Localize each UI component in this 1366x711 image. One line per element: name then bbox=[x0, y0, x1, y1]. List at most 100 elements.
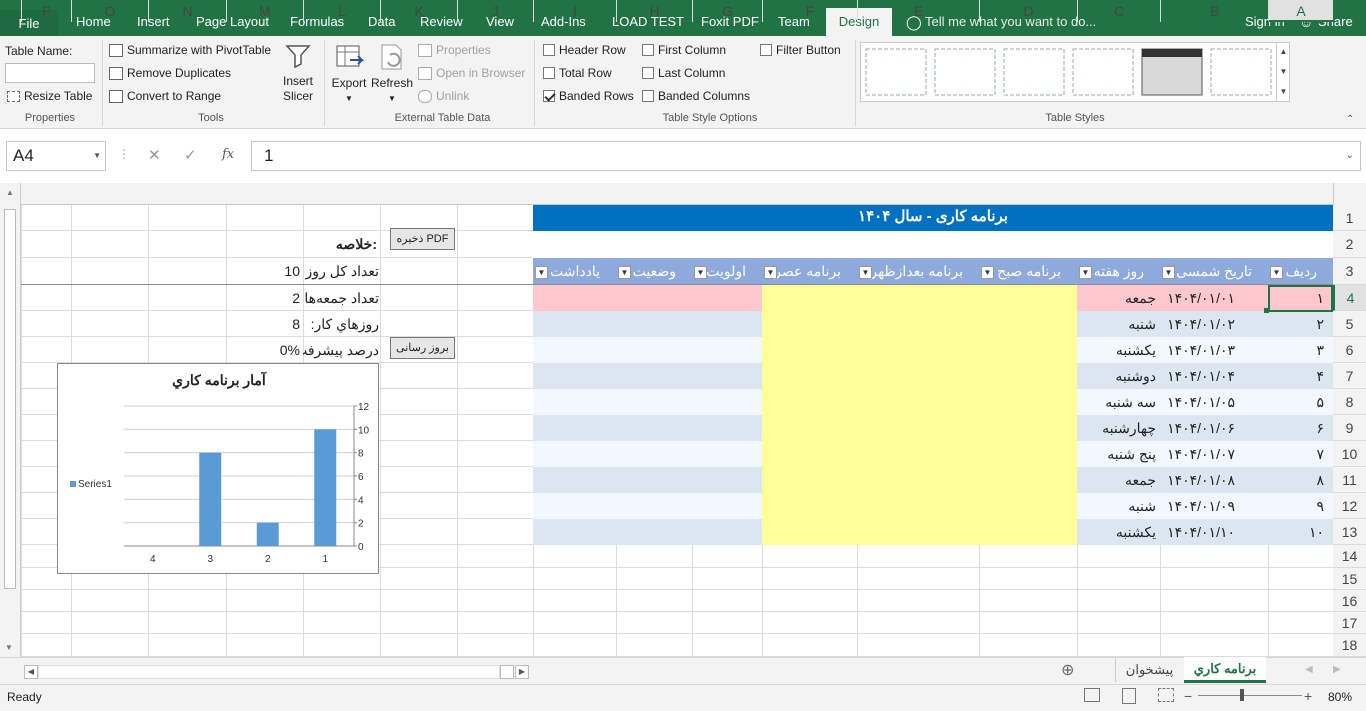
weekday-cell[interactable]: شنبه bbox=[1077, 493, 1160, 519]
column-header-d[interactable]: D bbox=[979, 0, 1077, 22]
summary-label[interactable]: روزهاي کار: bbox=[303, 311, 379, 337]
name-box[interactable]: A4 ▼ bbox=[6, 141, 106, 171]
column-header-c[interactable]: C bbox=[1077, 0, 1160, 22]
header-row-checkbox[interactable]: Header Row bbox=[543, 43, 626, 57]
date-cell[interactable]: ۱۴۰۴/۰۱/۰۱ bbox=[1150, 285, 1235, 311]
row-header-11[interactable]: 11 bbox=[1333, 467, 1366, 493]
filter-dropdown-icon[interactable]: ▼ bbox=[764, 266, 777, 279]
row-number-cell[interactable]: ۳ bbox=[1268, 337, 1328, 363]
date-cell[interactable]: ۱۴۰۴/۰۱/۰۷ bbox=[1150, 441, 1235, 467]
column-header-i[interactable]: I bbox=[533, 0, 616, 22]
date-cell[interactable]: ۱۴۰۴/۰۱/۰۵ bbox=[1150, 389, 1235, 415]
row-number-cell[interactable]: ۵ bbox=[1268, 389, 1328, 415]
zoom-level[interactable]: 80% bbox=[1328, 690, 1352, 704]
page-layout-view-icon[interactable] bbox=[1122, 688, 1136, 704]
date-cell[interactable]: ۱۴۰۴/۰۱/۰۴ bbox=[1150, 363, 1235, 389]
filter-dropdown-icon[interactable]: ▼ bbox=[981, 266, 994, 279]
total-row-checkbox[interactable]: Total Row bbox=[543, 66, 612, 80]
scroll-down-icon[interactable]: ▼ bbox=[5, 643, 13, 652]
summary-value[interactable]: 10 bbox=[226, 258, 300, 285]
selected-cell[interactable] bbox=[1268, 285, 1333, 312]
scroll-up-icon[interactable]: ▲ bbox=[0, 183, 21, 205]
column-header-b[interactable]: B bbox=[1160, 0, 1268, 22]
banded-rows-checkbox[interactable]: Banded Rows bbox=[543, 89, 634, 103]
column-header-p[interactable]: P bbox=[21, 0, 71, 22]
convert-range-button[interactable]: Convert to Range bbox=[109, 89, 221, 103]
save-pdf-button[interactable]: ذخیره PDF bbox=[390, 228, 455, 250]
horizontal-scrollbar[interactable] bbox=[38, 665, 500, 679]
row-header-6[interactable]: 6 bbox=[1333, 337, 1366, 363]
zoom-out-icon[interactable]: − bbox=[1184, 688, 1192, 704]
weekday-cell[interactable]: چهارشنبه bbox=[1077, 415, 1160, 441]
filter-dropdown-icon[interactable]: ▼ bbox=[859, 266, 872, 279]
row-header-10[interactable]: 10 bbox=[1333, 441, 1366, 467]
unlink-button[interactable]: Unlink bbox=[418, 89, 469, 103]
row-header-18[interactable]: 18 bbox=[1333, 634, 1366, 657]
filter-dropdown-icon[interactable]: ▼ bbox=[535, 266, 548, 279]
column-header-e[interactable]: E bbox=[857, 0, 979, 22]
banded-columns-checkbox[interactable]: Banded Columns bbox=[642, 89, 750, 103]
date-cell[interactable]: ۱۴۰۴/۰۱/۱۰ bbox=[1150, 519, 1235, 545]
row-header-1[interactable]: 1 bbox=[1333, 205, 1366, 231]
hscroll-right-icon[interactable]: ▶ bbox=[515, 665, 529, 679]
select-all-corner[interactable] bbox=[1333, 183, 1366, 205]
date-cell[interactable]: ۱۴۰۴/۰۱/۰۳ bbox=[1150, 337, 1235, 363]
fill-handle[interactable] bbox=[1264, 308, 1269, 313]
zoom-slider-thumb[interactable] bbox=[1240, 689, 1244, 701]
weekday-cell[interactable]: یکشنبه bbox=[1077, 337, 1160, 363]
row-number-cell[interactable]: ۸ bbox=[1268, 467, 1328, 493]
row-header-17[interactable]: 17 bbox=[1333, 612, 1366, 634]
sheet-tab-schedule[interactable]: برنامه کاري bbox=[1184, 657, 1266, 683]
column-header-g[interactable]: G bbox=[692, 0, 762, 22]
export-button[interactable]: Export ▼ bbox=[330, 42, 368, 106]
column-header-h[interactable]: H bbox=[616, 0, 692, 22]
summary-value[interactable]: 8 bbox=[226, 311, 300, 337]
row-header-9[interactable]: 9 bbox=[1333, 415, 1366, 441]
properties-button[interactable]: Properties bbox=[418, 43, 491, 57]
summary-label[interactable]: درصد پیشرفت bbox=[303, 337, 379, 363]
summary-value[interactable]: 2 bbox=[226, 285, 300, 311]
page-break-view-icon[interactable] bbox=[1158, 688, 1174, 702]
summary-label[interactable]: تعداد جمعه‌ها bbox=[303, 285, 379, 311]
enter-icon[interactable]: ✓ bbox=[184, 146, 197, 164]
row-header-13[interactable]: 13 bbox=[1333, 519, 1366, 545]
scroll-thumb[interactable] bbox=[4, 209, 16, 589]
row-header-15[interactable]: 15 bbox=[1333, 568, 1366, 590]
last-column-checkbox[interactable]: Last Column bbox=[642, 66, 725, 80]
date-cell[interactable]: ۱۴۰۴/۰۱/۰۸ bbox=[1150, 467, 1235, 493]
row-header-14[interactable]: 14 bbox=[1333, 545, 1366, 568]
row-number-cell[interactable]: ۶ bbox=[1268, 415, 1328, 441]
weekday-cell[interactable]: سه شنبه bbox=[1077, 389, 1160, 415]
column-header-n[interactable]: N bbox=[148, 0, 226, 22]
resize-table-button[interactable]: Resize Table bbox=[7, 89, 92, 103]
formula-input[interactable]: 1 ⌄ bbox=[251, 141, 1361, 171]
new-sheet-icon[interactable]: ⊕ bbox=[1061, 660, 1074, 680]
collapse-ribbon-icon[interactable]: ⌃ bbox=[1346, 114, 1354, 125]
column-header-k[interactable]: K bbox=[380, 0, 457, 22]
tab-next-icon[interactable]: ▶ bbox=[1333, 664, 1341, 675]
column-header-o[interactable]: O bbox=[71, 0, 148, 22]
hscroll-thumb[interactable] bbox=[500, 665, 514, 679]
column-header-j[interactable]: J bbox=[457, 0, 533, 22]
filter-dropdown-icon[interactable]: ▼ bbox=[1079, 266, 1092, 279]
chart-object[interactable]: آمار برنامه کاري 0 2 4 6 8 10 12 4 3 2 1 Series1 bbox=[57, 363, 379, 574]
sheet-tab-dashboard[interactable]: پیشخوان bbox=[1115, 658, 1183, 682]
gallery-scroll[interactable]: ▲ ▼ ▼ bbox=[1276, 42, 1290, 102]
column-header-l[interactable]: L bbox=[303, 0, 380, 22]
date-cell[interactable]: ۱۴۰۴/۰۱/۰۶ bbox=[1150, 415, 1235, 441]
row-header-16[interactable]: 16 bbox=[1333, 590, 1366, 612]
normal-view-icon[interactable] bbox=[1084, 688, 1100, 702]
filter-dropdown-icon[interactable]: ▼ bbox=[1162, 266, 1175, 279]
refresh-button[interactable]: Refresh ▼ bbox=[371, 42, 413, 106]
cancel-icon[interactable]: ✕ bbox=[148, 146, 161, 164]
first-column-checkbox[interactable]: First Column bbox=[642, 43, 726, 57]
row-header-7[interactable]: 7 bbox=[1333, 363, 1366, 389]
column-header-a[interactable]: A bbox=[1268, 0, 1333, 22]
column-header-f[interactable]: F bbox=[762, 0, 857, 22]
date-cell[interactable]: ۱۴۰۴/۰۱/۰۲ bbox=[1150, 311, 1235, 337]
row-header-2[interactable]: 2 bbox=[1333, 231, 1366, 258]
row-header-8[interactable]: 8 bbox=[1333, 389, 1366, 415]
row-number-cell[interactable]: ۴ bbox=[1268, 363, 1328, 389]
zoom-slider[interactable] bbox=[1198, 695, 1302, 696]
filter-dropdown-icon[interactable]: ▼ bbox=[618, 266, 631, 279]
